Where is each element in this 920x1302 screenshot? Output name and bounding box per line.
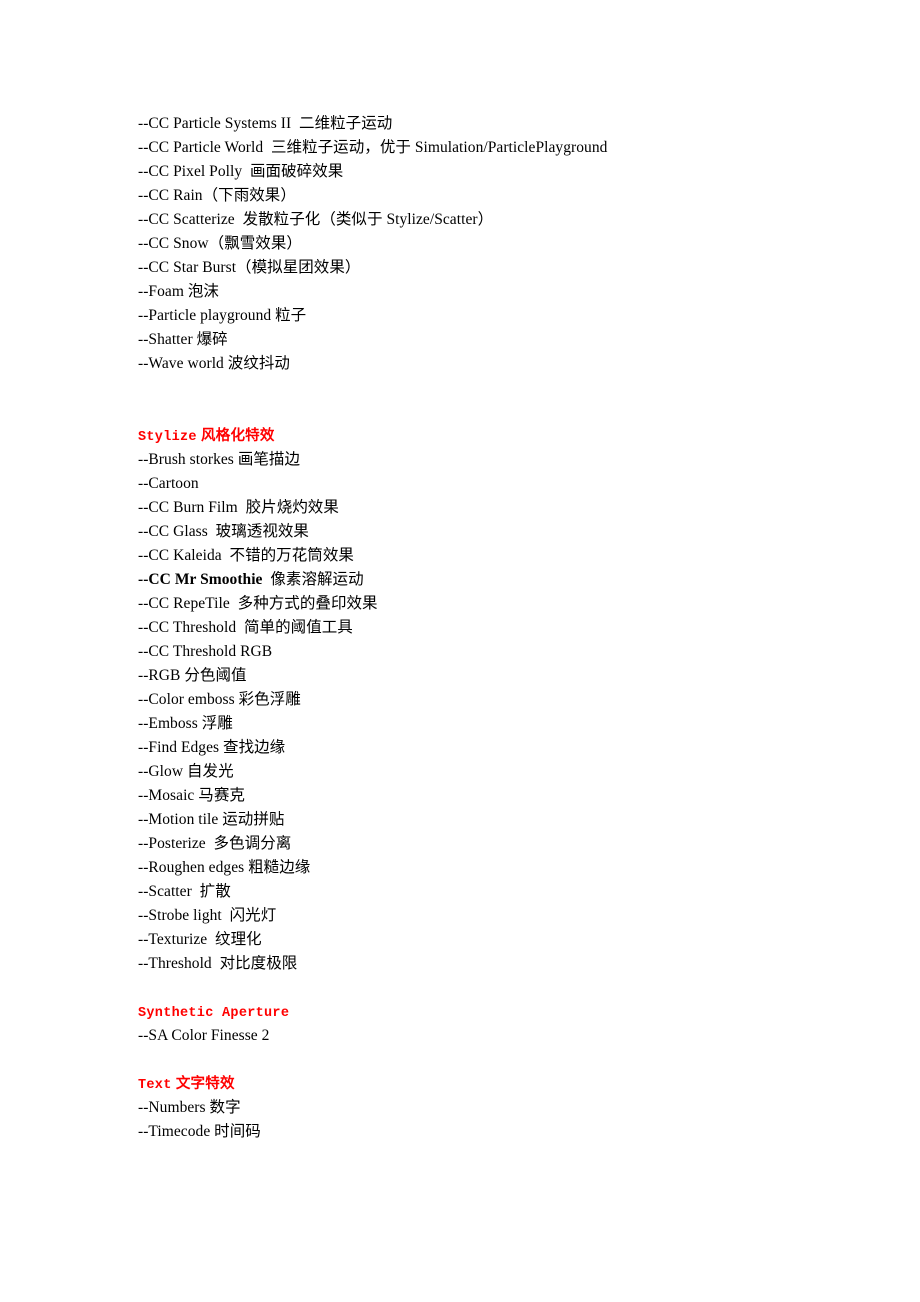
effect-list-item: --Find Edges 查找边缘 — [138, 736, 838, 760]
effect-list-item-label: --CC Particle Systems II 二维粒子运动 — [138, 115, 393, 132]
section-heading-english: Text — [138, 1078, 172, 1093]
effect-list-item-label: --CC Burn Film 胶片烧灼效果 — [138, 499, 339, 516]
effect-list-item-label: --Motion tile 运动拼贴 — [138, 811, 285, 828]
effect-list-item-label: --Scatter 扩散 — [138, 883, 231, 900]
effect-list-item: --CC Threshold 简单的阈值工具 — [138, 616, 838, 640]
effect-list-item: --SA Color Finesse 2 — [138, 1024, 838, 1048]
effect-list-item-label: --CC Threshold RGB — [138, 643, 273, 660]
effect-list-item-label: --SA Color Finesse 2 — [138, 1027, 270, 1044]
effect-list-item-label: --CC Mr Smoothie — [138, 571, 263, 588]
effect-list-item: --CC Mr Smoothie 像素溶解运动 — [138, 568, 838, 592]
effect-list-item-label: --Texturize 纹理化 — [138, 931, 262, 948]
effect-list-item-label: --Glow 自发光 — [138, 763, 234, 780]
effect-list-item-label: --Posterize 多色调分离 — [138, 835, 292, 852]
effect-list-item-label: --Wave world 波纹抖动 — [138, 355, 290, 372]
effect-list-item-label: --Threshold 对比度极限 — [138, 955, 298, 972]
effect-list-item-label: --Foam 泡沫 — [138, 283, 219, 300]
effect-list-item-label: --CC Particle World 三维粒子运动，优于 Simulation… — [138, 139, 608, 156]
effect-list-item-label: --CC Glass 玻璃透视效果 — [138, 523, 309, 540]
effect-list-item-label: --CC Kaleida 不错的万花筒效果 — [138, 547, 354, 564]
effect-list-item-label: --CC Star Burst（模拟星团效果） — [138, 259, 361, 276]
effect-list-item: --Shatter 爆碎 — [138, 328, 838, 352]
effect-list-item-label: --CC Rain（下雨效果） — [138, 187, 296, 204]
blank-line-spacer — [138, 976, 838, 1000]
effect-list-item-label: --RGB 分色阈值 — [138, 667, 247, 684]
section-heading: Synthetic Aperture — [138, 1000, 838, 1024]
effect-list-item: --CC Star Burst（模拟星团效果） — [138, 256, 838, 280]
effect-list-item: --CC Pixel Polly 画面破碎效果 — [138, 160, 838, 184]
section-heading: Text 文字特效 — [138, 1072, 838, 1096]
effect-list-item: --CC RepeTile 多种方式的叠印效果 — [138, 592, 838, 616]
effect-list-item-label: --Brush storkes 画笔描边 — [138, 451, 301, 468]
effect-list-item-label: --CC Scatterize 发散粒子化（类似于 Stylize/Scatte… — [138, 211, 494, 228]
effect-list-item: --Mosaic 马赛克 — [138, 784, 838, 808]
effect-list-item-label: --Emboss 浮雕 — [138, 715, 233, 732]
effect-list-item: --CC Glass 玻璃透视效果 — [138, 520, 838, 544]
effect-list-item: --Color emboss 彩色浮雕 — [138, 688, 838, 712]
effect-list-item: --Glow 自发光 — [138, 760, 838, 784]
section-heading-chinese: 文字特效 — [171, 1076, 235, 1092]
effect-list-item: --Brush storkes 画笔描边 — [138, 448, 838, 472]
effect-list-item: --CC Threshold RGB — [138, 640, 838, 664]
effect-list-item: --Texturize 纹理化 — [138, 928, 838, 952]
document-body: --CC Particle Systems II 二维粒子运动 --CC Part… — [138, 112, 838, 1144]
effect-list-item-label: --Particle playground 粒子 — [138, 307, 307, 324]
effect-list-item: --Wave world 波纹抖动 — [138, 352, 838, 376]
effect-list-item: --Motion tile 运动拼贴 — [138, 808, 838, 832]
effect-list-item-label: --CC Threshold 简单的阈值工具 — [138, 619, 353, 636]
effect-list-item: --Foam 泡沫 — [138, 280, 838, 304]
effect-list-item-label: --Timecode 时间码 — [138, 1123, 261, 1140]
effect-list-item: --Scatter 扩散 — [138, 880, 838, 904]
effect-list-item: --Strobe light 闪光灯 — [138, 904, 838, 928]
section-heading-chinese: 风格化特效 — [196, 428, 275, 444]
effect-list-item: --CC Snow（飘雪效果） — [138, 232, 838, 256]
effect-list-item: --Timecode 时间码 — [138, 1120, 838, 1144]
section-heading-english: Synthetic Aperture — [138, 1006, 290, 1021]
effect-list-item-label: --Cartoon — [138, 475, 199, 492]
effect-list-item-label: --CC Pixel Polly 画面破碎效果 — [138, 163, 344, 180]
effect-list-item: --Roughen edges 粗糙边缘 — [138, 856, 838, 880]
effect-list-item: --CC Scatterize 发散粒子化（类似于 Stylize/Scatte… — [138, 208, 838, 232]
effect-list-item: --CC Kaleida 不错的万花筒效果 — [138, 544, 838, 568]
effect-list-item-label: --CC RepeTile 多种方式的叠印效果 — [138, 595, 378, 612]
effect-list-item: --Emboss 浮雕 — [138, 712, 838, 736]
effect-list-item-label: --Mosaic 马赛克 — [138, 787, 245, 804]
document-page: --CC Particle Systems II 二维粒子运动 --CC Part… — [0, 0, 920, 1302]
blank-line-spacer — [138, 376, 838, 424]
effect-list-item: --CC Burn Film 胶片烧灼效果 — [138, 496, 838, 520]
effect-list-item-label: --Strobe light 闪光灯 — [138, 907, 277, 924]
effect-list-item: --Particle playground 粒子 — [138, 304, 838, 328]
effect-list-item: --CC Particle Systems II 二维粒子运动 — [138, 112, 838, 136]
effect-list-item: --CC Rain（下雨效果） — [138, 184, 838, 208]
effect-list-item-label: --CC Snow（飘雪效果） — [138, 235, 302, 252]
effect-list-item-label: --Find Edges 查找边缘 — [138, 739, 286, 756]
effect-list-item-label: --Shatter 爆碎 — [138, 331, 228, 348]
effect-list-item-description: 像素溶解运动 — [262, 571, 364, 588]
section-heading: Stylize 风格化特效 — [138, 424, 838, 448]
effect-list-item-label: --Color emboss 彩色浮雕 — [138, 691, 301, 708]
effect-list-item: --Threshold 对比度极限 — [138, 952, 838, 976]
effect-list-item: --Numbers 数字 — [138, 1096, 838, 1120]
effect-list-item: --Cartoon — [138, 472, 838, 496]
blank-line-spacer — [138, 1048, 838, 1072]
effect-list-item-label: --Numbers 数字 — [138, 1099, 241, 1116]
effect-list-item: --RGB 分色阈值 — [138, 664, 838, 688]
effect-list-item: --CC Particle World 三维粒子运动，优于 Simulation… — [138, 136, 838, 160]
section-heading-english: Stylize — [138, 430, 197, 445]
effect-list-item: --Posterize 多色调分离 — [138, 832, 838, 856]
effect-list-item-label: --Roughen edges 粗糙边缘 — [138, 859, 311, 876]
